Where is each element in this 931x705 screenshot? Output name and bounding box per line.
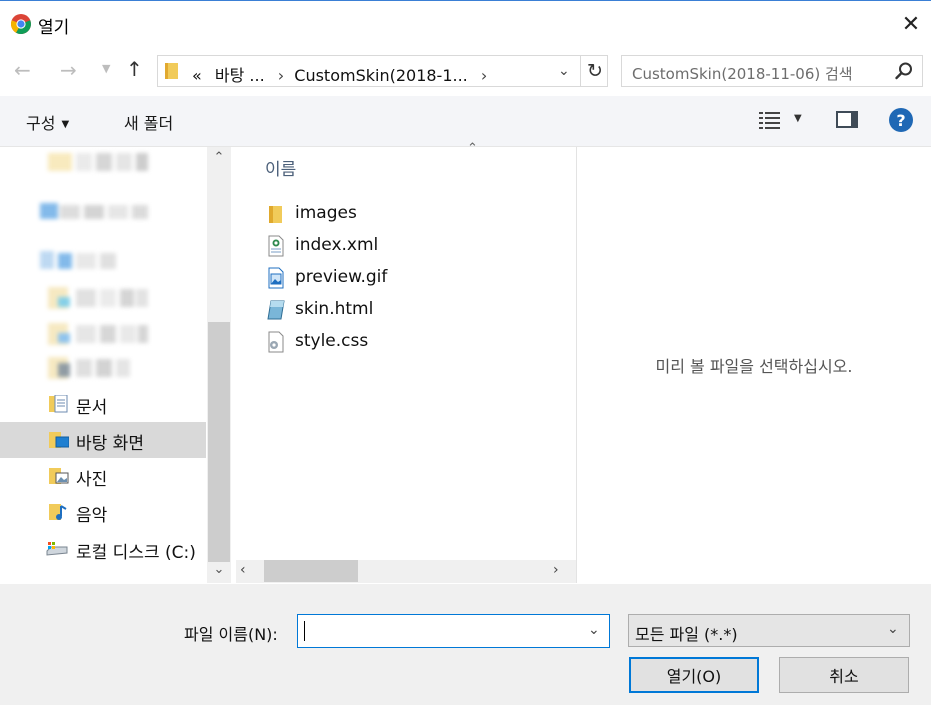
help-icon: ? (896, 110, 906, 130)
html-file-icon (267, 300, 285, 320)
open-button-label: 열기(O) (666, 667, 722, 686)
image-file-icon (268, 267, 284, 289)
window-title: 열기 (38, 18, 70, 38)
address-dropdown-icon[interactable]: ⌄ (558, 63, 570, 79)
music-icon (49, 504, 67, 520)
drive-icon (46, 542, 68, 556)
forward-button[interactable]: → (60, 58, 77, 82)
filename-input[interactable]: ⌄ (297, 614, 610, 648)
nav-item-documents[interactable]: 문서 (0, 386, 206, 422)
preview-pane-icon[interactable] (836, 111, 858, 128)
text-cursor (304, 621, 305, 641)
scroll-right-icon[interactable]: › (553, 562, 559, 578)
breadcrumb-item-desktop[interactable]: 바탕 ... (215, 66, 265, 85)
file-item-index-xml[interactable]: index.xml (266, 231, 566, 261)
breadcrumb-overflow[interactable]: « (192, 66, 202, 85)
cancel-button-label: 취소 (829, 667, 859, 686)
details-view-icon[interactable] (758, 110, 782, 130)
file-name: preview.gif (295, 267, 388, 287)
breadcrumb-separator[interactable]: › (278, 66, 284, 85)
help-button[interactable]: ? (889, 108, 913, 132)
command-bar: 구성 ▼ 새 폴더 ▼ ? (0, 96, 931, 147)
nav-item-local-disk[interactable]: 로컬 디스크 (C:) (0, 531, 206, 567)
xml-file-icon (268, 235, 284, 257)
folder-icon (165, 63, 178, 79)
up-button[interactable]: ↑ (126, 57, 143, 81)
nav-item-pictures[interactable]: 사진 (0, 458, 206, 494)
chevron-down-icon: ⌄ (887, 621, 899, 637)
file-name: index.xml (295, 235, 379, 255)
pictures-icon (49, 468, 69, 484)
organize-label: 구성 (26, 114, 56, 133)
close-button[interactable]: ✕ (893, 7, 929, 41)
chevron-down-icon[interactable]: ⌄ (588, 622, 600, 638)
nav-item-music[interactable]: 음악 (0, 494, 206, 530)
breadcrumb: « 바탕 ... › CustomSkin(2018-1... › (192, 62, 492, 86)
search-icon[interactable] (894, 61, 914, 81)
redacted-nav-items (40, 153, 148, 379)
nav-item-label: 로컬 디스크 (C:) (76, 543, 196, 563)
breadcrumb-separator[interactable]: › (481, 66, 487, 85)
organize-button[interactable]: 구성 ▼ (26, 110, 69, 134)
filetype-select[interactable]: 모든 파일 (*.*) ⌄ (628, 614, 910, 647)
scroll-left-icon[interactable]: ‹ (240, 562, 246, 578)
documents-icon (49, 395, 68, 413)
breadcrumb-item-customskin[interactable]: CustomSkin(2018-1... (294, 66, 467, 85)
desktop-icon (49, 432, 69, 448)
column-header-name[interactable]: 이름 (265, 155, 296, 180)
view-options-dropdown[interactable]: ▼ (794, 113, 802, 124)
nav-item-label: 바탕 화면 (76, 434, 144, 454)
nav-scrollbar-thumb[interactable] (208, 322, 230, 562)
css-file-icon (268, 331, 284, 353)
cancel-button[interactable]: 취소 (779, 657, 909, 693)
address-bar[interactable]: « 바탕 ... › CustomSkin(2018-1... › ⌄ ↻ (157, 55, 608, 87)
filename-label: 파일 이름(N): (184, 625, 278, 644)
scroll-down-icon[interactable]: ⌄ (207, 562, 231, 582)
horizontal-scrollbar-thumb[interactable] (264, 560, 358, 582)
new-folder-button[interactable]: 새 폴더 (124, 110, 173, 134)
close-icon: ✕ (901, 11, 921, 37)
search-placeholder: CustomSkin(2018-11-06) 검색 (632, 65, 853, 83)
recent-locations-button[interactable]: ▼ (102, 62, 110, 75)
file-item-images[interactable]: images (266, 199, 566, 229)
filetype-value: 모든 파일 (*.*) (635, 625, 738, 644)
chrome-icon (11, 14, 31, 35)
nav-item-label: 문서 (76, 398, 108, 418)
open-button[interactable]: 열기(O) (629, 657, 759, 693)
refresh-button[interactable]: ↻ (580, 56, 609, 86)
file-name: style.css (295, 331, 369, 351)
nav-item-label: 사진 (76, 470, 108, 490)
file-item-style-css[interactable]: style.css (266, 327, 566, 357)
back-button[interactable]: ← (14, 58, 31, 82)
nav-item-label: 음악 (76, 506, 108, 526)
preview-message: 미리 볼 파일을 선택하십시오. (655, 357, 853, 376)
file-name: skin.html (295, 299, 374, 319)
file-name: images (295, 203, 357, 223)
caret-down-icon: ▼ (61, 119, 70, 130)
file-item-preview-gif[interactable]: preview.gif (266, 263, 566, 293)
title-bar: 열기 ✕ (0, 1, 931, 45)
scroll-up-icon[interactable]: ⌃ (207, 150, 231, 170)
folder-icon (269, 206, 282, 223)
file-item-skin-html[interactable]: skin.html (266, 295, 566, 325)
search-box[interactable]: CustomSkin(2018-11-06) 검색 (621, 55, 923, 87)
nav-item-desktop[interactable]: 바탕 화면 (0, 422, 206, 458)
refresh-icon: ↻ (587, 60, 603, 82)
sort-ascending-icon: ⌃ (467, 141, 478, 156)
